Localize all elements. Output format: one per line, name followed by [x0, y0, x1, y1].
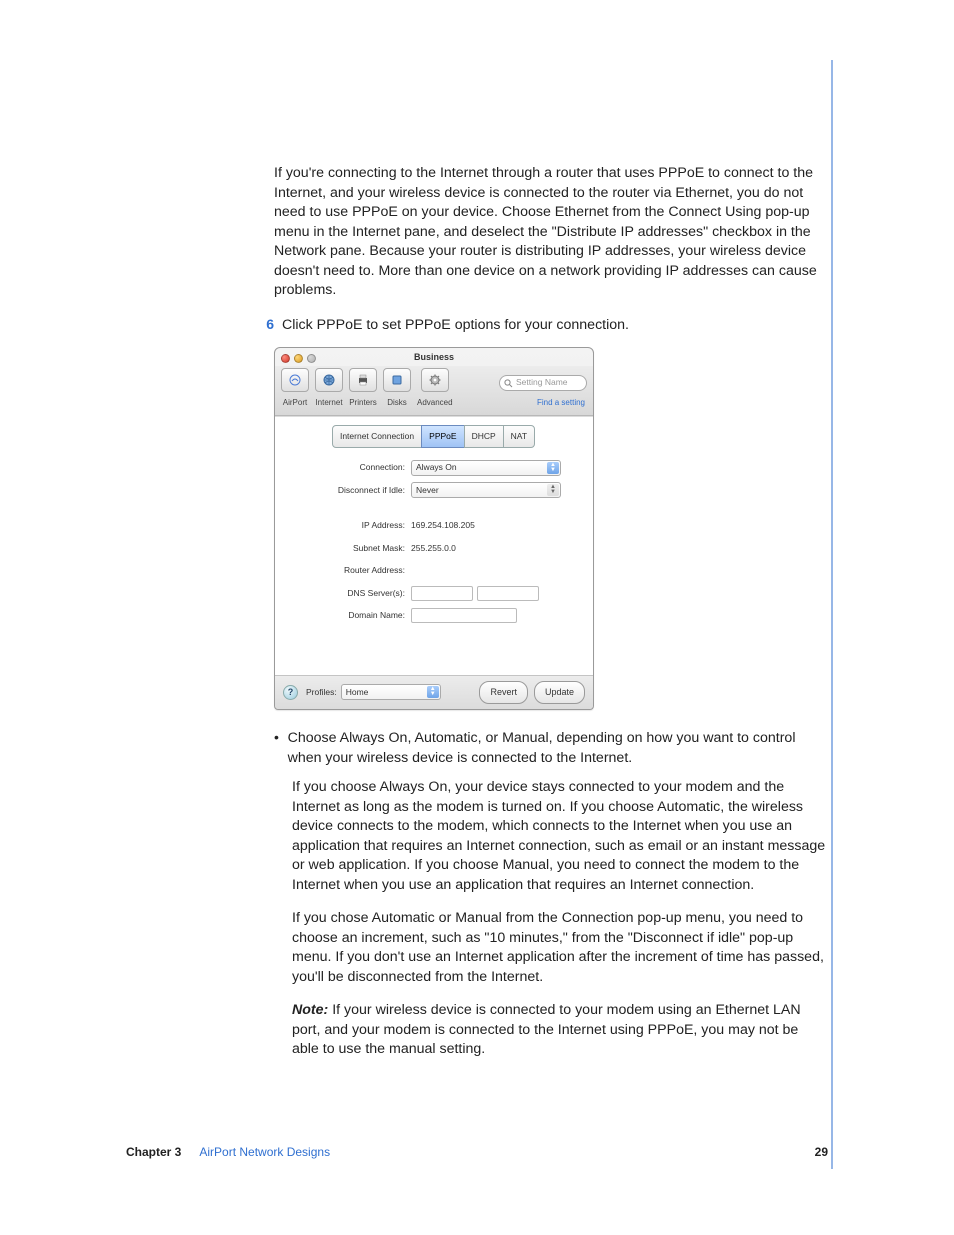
tab-nat[interactable]: NAT — [503, 425, 535, 449]
chevron-updown-icon: ▲▼ — [547, 462, 559, 474]
toolbar-item-printers[interactable]: Printers — [349, 368, 377, 413]
tab-dhcp[interactable]: DHCP — [464, 425, 504, 449]
note-text: If your wireless device is connected to … — [292, 1002, 801, 1057]
chevron-updown-icon: ▲▼ — [427, 686, 439, 698]
profiles-label: Profiles: — [306, 683, 337, 703]
step-number: 6 — [254, 315, 282, 335]
toolbar-item-airport[interactable]: AirPort — [281, 368, 309, 413]
bullet-paragraph: Choose Always On, Automatic, or Manual, … — [288, 729, 828, 768]
explain-paragraph-1: If you choose Always On, your device sta… — [292, 778, 828, 895]
revert-button[interactable]: Revert — [479, 681, 528, 705]
profiles-popup[interactable]: Home ▲▼ — [341, 684, 441, 700]
ip-label: IP Address: — [285, 516, 411, 536]
printer-icon — [349, 368, 377, 392]
search-hint: Find a setting — [537, 393, 585, 413]
toolbar-item-disks[interactable]: Disks — [383, 368, 411, 413]
connection-label: Connection: — [285, 458, 411, 478]
update-button[interactable]: Update — [534, 681, 585, 705]
bullet-icon: • — [274, 728, 288, 748]
toolbar-item-advanced[interactable]: Advanced — [417, 368, 453, 413]
explain-paragraph-2: If you chose Automatic or Manual from th… — [292, 909, 828, 987]
dns-input-2[interactable] — [477, 586, 539, 601]
step-text: Click PPPoE to set PPPoE options for you… — [282, 316, 629, 336]
domain-label: Domain Name: — [285, 606, 411, 626]
titlebar: Business — [275, 348, 593, 366]
page-rule — [831, 60, 833, 1169]
globe-icon — [315, 368, 343, 392]
subnet-value: 255.255.0.0 — [411, 539, 456, 559]
chevron-updown-icon: ▲▼ — [547, 484, 559, 496]
airport-icon — [281, 368, 309, 392]
airport-utility-window: Business AirPort Internet — [274, 347, 594, 710]
footer-title: AirPort Network Designs — [199, 1145, 330, 1159]
search-placeholder: Setting Name — [516, 373, 568, 393]
tab-internet-connection[interactable]: Internet Connection — [332, 425, 422, 449]
domain-input[interactable] — [411, 608, 517, 623]
note-paragraph: Note: If your wireless device is connect… — [292, 1001, 828, 1060]
search-icon — [504, 379, 513, 388]
disconnect-label: Disconnect if Idle: — [285, 481, 411, 501]
ip-value: 169.254.108.205 — [411, 516, 475, 536]
intro-paragraph: If you're connecting to the Internet thr… — [274, 164, 828, 301]
subnet-label: Subnet Mask: — [285, 539, 411, 559]
search-input[interactable]: Setting Name — [499, 375, 587, 391]
dns-label: DNS Server(s): — [285, 584, 411, 604]
disconnect-popup[interactable]: Never ▲▼ — [411, 482, 561, 498]
toolbar-item-internet[interactable]: Internet — [315, 368, 343, 413]
tab-pppoe[interactable]: PPPoE — [421, 425, 464, 449]
help-icon[interactable]: ? — [283, 685, 298, 700]
tab-bar: Internet Connection PPPoE DHCP NAT — [285, 425, 583, 449]
toolbar: AirPort Internet Printers — [275, 366, 593, 416]
router-label: Router Address: — [285, 561, 411, 581]
footer-page-number: 29 — [815, 1145, 828, 1159]
dns-input-1[interactable] — [411, 586, 473, 601]
page-footer: Chapter 3 AirPort Network Designs 29 — [126, 1145, 828, 1159]
window-title: Business — [275, 348, 593, 368]
disk-icon — [383, 368, 411, 392]
footer-chapter: Chapter 3 — [126, 1145, 181, 1159]
note-label: Note: — [292, 1002, 328, 1018]
connection-popup[interactable]: Always On ▲▼ — [411, 460, 561, 476]
gear-icon — [421, 368, 449, 392]
